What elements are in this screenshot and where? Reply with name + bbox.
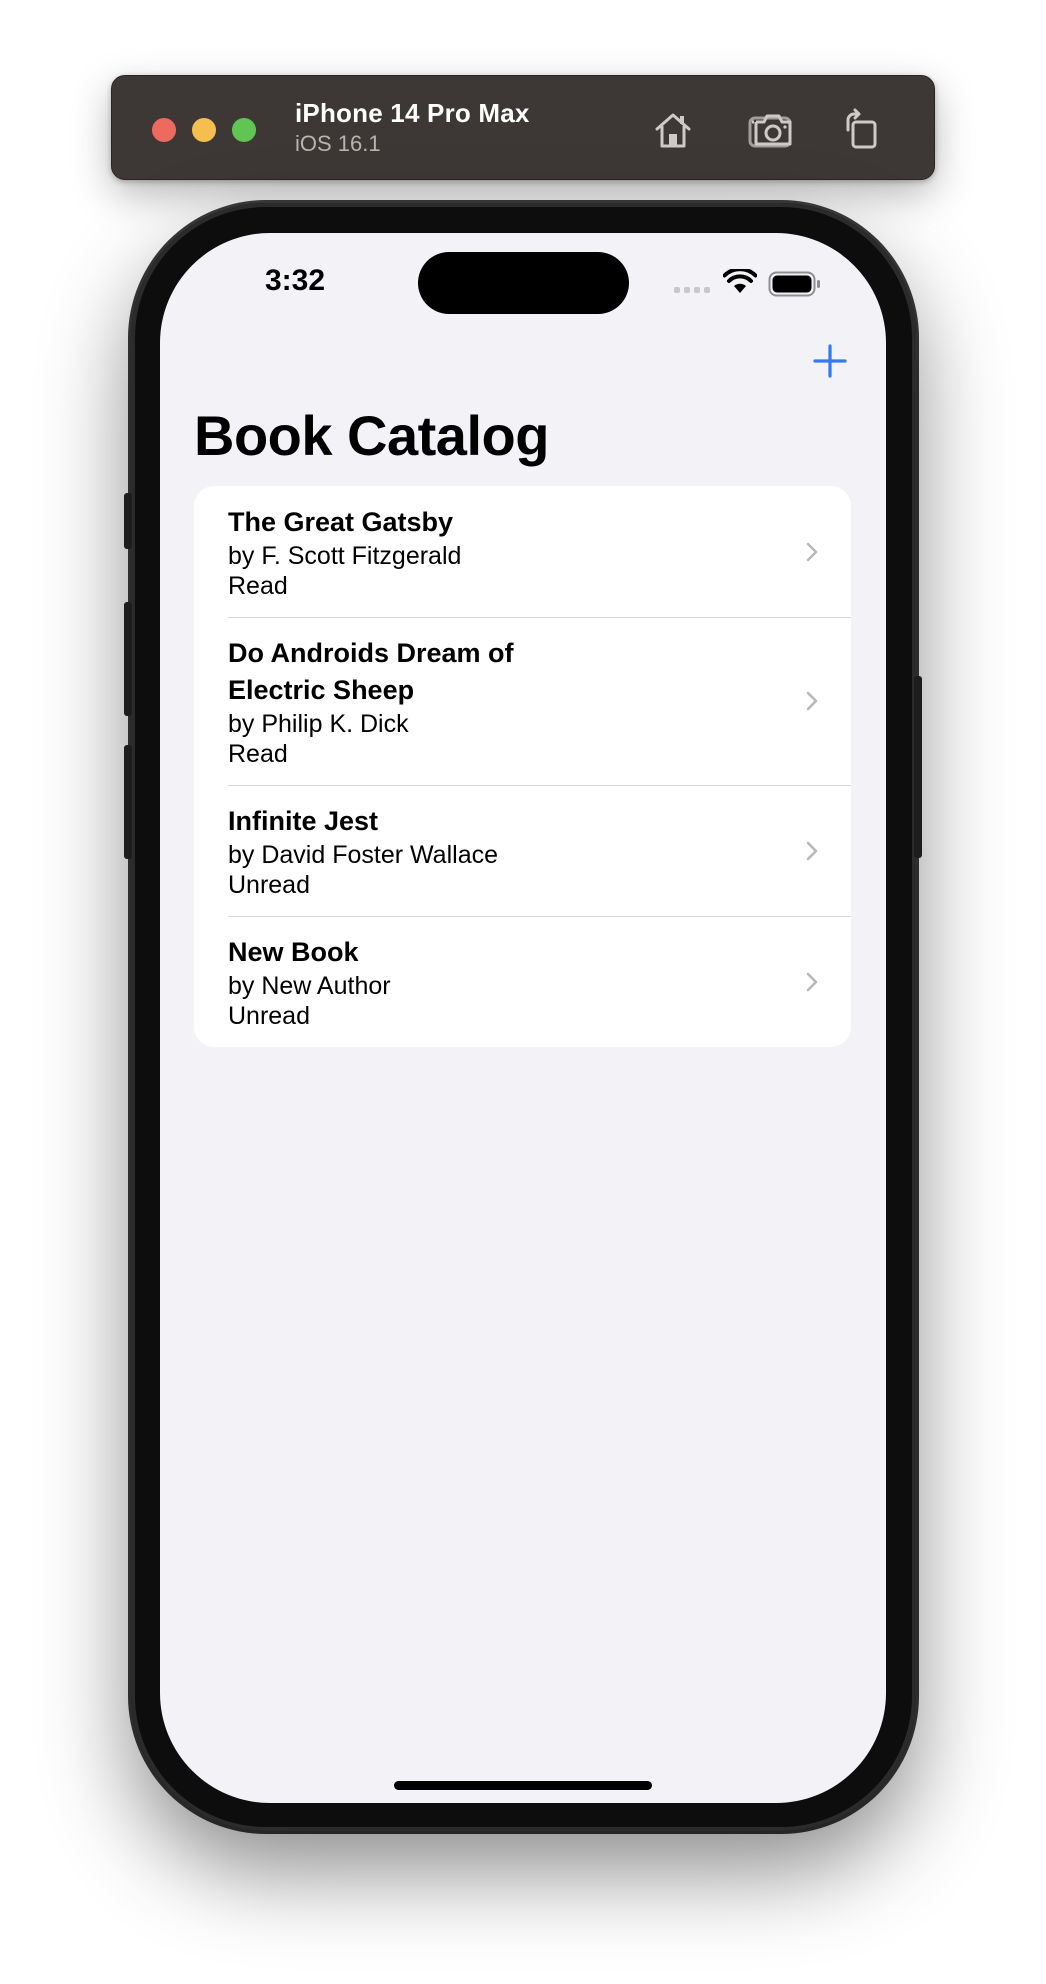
add-book-button[interactable]	[810, 341, 850, 381]
page-title: Book Catalog	[194, 404, 549, 467]
camera-icon	[748, 114, 792, 148]
book-status: Read	[228, 740, 288, 768]
chevron-right-icon	[806, 841, 818, 860]
book-status: Unread	[228, 871, 310, 899]
home-icon	[655, 113, 691, 148]
book-author: by F. Scott Fitzgerald	[228, 542, 462, 570]
power-button[interactable]	[914, 676, 922, 858]
battery-icon	[768, 271, 820, 297]
rotate-icon	[846, 108, 877, 149]
home-indicator[interactable]	[394, 1781, 652, 1790]
chevron-right-icon	[806, 972, 818, 991]
book-title: The Great Gatsby	[228, 507, 454, 537]
book-author: by David Foster Wallace	[228, 841, 498, 869]
volume-down-button[interactable]	[124, 745, 132, 859]
home-button[interactable]	[649, 106, 697, 154]
plus-icon	[813, 344, 847, 378]
device-screen: 3:32 Book Catalog The Great Gatsby by F.…	[160, 233, 886, 1803]
book-status: Unread	[228, 1002, 310, 1030]
dynamic-island	[418, 252, 629, 314]
os-version: iOS 16.1	[295, 131, 381, 156]
silent-switch[interactable]	[124, 493, 132, 549]
screenshot-button[interactable]	[748, 106, 796, 154]
chevron-right-icon	[806, 691, 818, 711]
rotate-button[interactable]	[838, 106, 886, 154]
wifi-icon	[723, 269, 757, 293]
book-status: Read	[228, 572, 288, 600]
volume-up-button[interactable]	[124, 602, 132, 716]
book-title: Infinite Jest	[228, 806, 379, 836]
simulator-title-bar: iPhone 14 Pro Max iOS 16.1	[111, 75, 935, 180]
chevron-right-icon	[806, 542, 818, 561]
list-item[interactable]: The Great Gatsby by F. Scott Fitzgerald …	[194, 486, 851, 617]
list-item[interactable]: Do Androids Dream of Electric Sheep by P…	[194, 617, 851, 785]
minimize-window-button[interactable]	[192, 118, 216, 142]
cellular-signal-icon	[674, 287, 710, 293]
zoom-window-button[interactable]	[232, 118, 256, 142]
list-item[interactable]: Infinite Jest by David Foster Wallace Un…	[194, 785, 851, 916]
book-author: by New Author	[228, 972, 391, 1000]
status-time: 3:32	[265, 264, 326, 297]
book-author: by Philip K. Dick	[228, 710, 409, 738]
list-item[interactable]: New Book by New Author Unread	[194, 916, 851, 1047]
book-list: The Great Gatsby by F. Scott Fitzgerald …	[194, 486, 851, 1047]
book-title: New Book	[228, 937, 359, 967]
book-title: Do Androids Dream of Electric Sheep	[228, 638, 514, 705]
close-window-button[interactable]	[152, 118, 176, 142]
device-name: iPhone 14 Pro Max	[295, 98, 530, 128]
